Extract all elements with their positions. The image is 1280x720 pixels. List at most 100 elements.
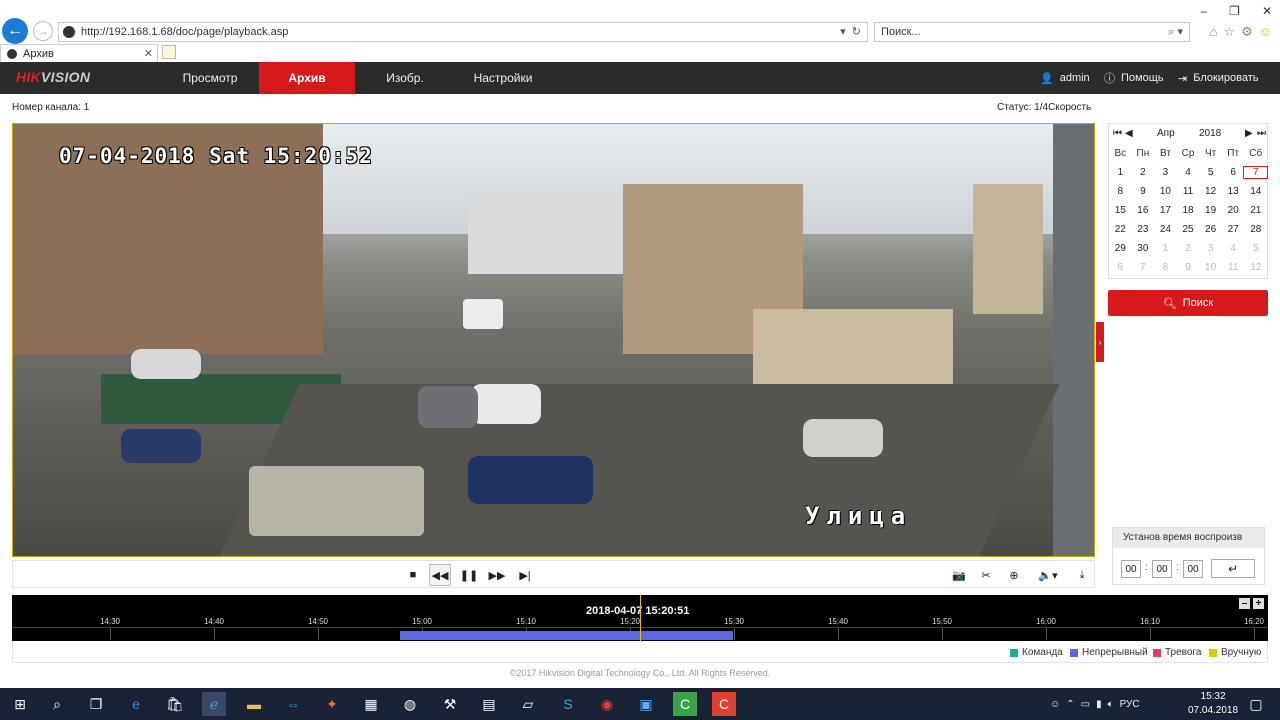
calendar-month[interactable]: Апр (1157, 128, 1175, 139)
calendar-day[interactable]: 14 (1244, 186, 1267, 197)
calendar-day[interactable]: 27 (1222, 224, 1245, 235)
calendar-day[interactable]: 24 (1154, 224, 1177, 235)
calendar-day[interactable]: 2 (1177, 243, 1200, 254)
close-icon[interactable]: ✕ (1262, 4, 1272, 18)
clip-icon[interactable]: ✂ (975, 564, 997, 586)
camera-icon[interactable]: 📷 (948, 564, 970, 586)
calendar-day[interactable]: 12 (1199, 186, 1222, 197)
calendar-day[interactable]: 12 (1244, 262, 1267, 273)
battery-icon[interactable]: ▮ (1096, 699, 1102, 710)
nav-preview[interactable]: Просмотр (160, 62, 260, 94)
calendar-day[interactable]: 28 (1244, 224, 1267, 235)
hour-field[interactable]: 00 (1121, 560, 1141, 578)
calendar-day[interactable]: 11 (1177, 186, 1200, 197)
volume-icon[interactable]: 🔈︎ (1108, 699, 1114, 710)
calendar-day[interactable]: 19 (1199, 205, 1222, 216)
calendar-day[interactable]: 15 (1109, 205, 1132, 216)
browser-tab[interactable]: Архив ✕ (0, 44, 158, 62)
calendar-day[interactable]: 6 (1109, 262, 1132, 273)
search-icon[interactable]: ⌕ (45, 692, 69, 716)
enter-time-button[interactable]: ↵ (1211, 559, 1255, 578)
home-icon[interactable]: ⌂ (1210, 24, 1218, 40)
app-icon-window[interactable]: ▣ (634, 692, 658, 716)
logout-link[interactable]: ⇥ Блокировать (1178, 62, 1259, 94)
app-icon-globe[interactable]: ◍ (398, 692, 422, 716)
zoom-out-icon[interactable]: – (1239, 598, 1250, 609)
favorites-icon[interactable]: ☆ (1223, 24, 1235, 40)
calendar-day[interactable]: 30 (1132, 243, 1155, 254)
prev-month-icon[interactable]: ◀ (1125, 128, 1133, 139)
calendar-day[interactable]: 5 (1199, 167, 1222, 178)
search-icon[interactable]: ⌕ ▾ (1168, 25, 1183, 39)
calendar-day[interactable]: 18 (1177, 205, 1200, 216)
store-icon[interactable]: 🛍 (163, 692, 187, 716)
network-icon[interactable]: ▭ (1081, 699, 1090, 710)
language-indicator[interactable]: РУС (1120, 699, 1140, 710)
nav-settings[interactable]: Настройки (455, 62, 551, 94)
edge-icon[interactable]: e (124, 692, 148, 716)
stop-button[interactable]: ■ (402, 564, 424, 586)
calendar-day[interactable]: 8 (1109, 186, 1132, 197)
minimize-icon[interactable]: – (1200, 4, 1207, 18)
calendar-day[interactable]: 9 (1132, 186, 1155, 197)
side-panel-toggle[interactable]: › (1096, 322, 1104, 362)
taskbar-clock[interactable]: 15:32 07.04.2018 (1188, 690, 1238, 718)
calendar-day[interactable]: 10 (1199, 262, 1222, 273)
help-link[interactable]: ⓘ Помощь (1104, 62, 1164, 94)
calendar-day[interactable]: 3 (1199, 243, 1222, 254)
calendar-day[interactable]: 4 (1222, 243, 1245, 254)
tray-overflow-icon[interactable]: ⌃ (1066, 699, 1074, 710)
browser-search-input[interactable]: Поиск... ⌕ ▾ (874, 22, 1190, 42)
calendar-day[interactable]: 5 (1244, 243, 1267, 254)
app-icon-red[interactable]: C (712, 692, 736, 716)
forward-button[interactable]: → (33, 21, 53, 41)
calendar-day[interactable]: 7 (1243, 166, 1269, 179)
app-icon-printer[interactable]: ▤ (477, 692, 501, 716)
calendar-day[interactable]: 4 (1177, 167, 1200, 178)
timeline-cursor[interactable] (640, 595, 641, 641)
nav-image[interactable]: Изобр. (355, 62, 455, 94)
single-frame-button[interactable]: ▶| (514, 564, 536, 586)
task-view-icon[interactable]: ❐ (84, 692, 108, 716)
minute-field[interactable]: 00 (1152, 560, 1172, 578)
calendar-day[interactable]: 29 (1109, 243, 1132, 254)
app-icon-orange[interactable]: ✦ (320, 692, 344, 716)
calculator-icon[interactable]: ▦ (359, 692, 383, 716)
search-button[interactable]: 🔍︎ Поиск (1108, 290, 1268, 316)
calendar-day[interactable]: 13 (1222, 186, 1245, 197)
calendar-day[interactable]: 21 (1244, 205, 1267, 216)
address-bar[interactable]: http://192.168.1.68/doc/page/playback.as… (58, 22, 868, 42)
calendar-day[interactable]: 20 (1222, 205, 1245, 216)
next-year-icon[interactable]: ⏭ (1257, 128, 1266, 139)
video-player[interactable]: 07-04-2018 Sat 15:20:52 Улица (12, 123, 1095, 557)
restore-icon[interactable]: ❐ (1229, 4, 1240, 18)
calendar-day[interactable]: 10 (1154, 186, 1177, 197)
notifications-icon[interactable]: ▢ (1244, 692, 1268, 716)
chrome-icon[interactable]: ◉ (595, 692, 619, 716)
smiley-icon[interactable]: ☺ (1259, 24, 1272, 40)
user-menu[interactable]: 👤 admin (1040, 62, 1090, 94)
prev-year-icon[interactable]: ⏮ (1113, 128, 1122, 139)
back-button[interactable]: ← (2, 18, 28, 44)
download-icon[interactable]: ⤓ (1071, 564, 1093, 586)
second-field[interactable]: 00 (1183, 560, 1203, 578)
calendar-day[interactable]: 26 (1199, 224, 1222, 235)
continuous-record-segment[interactable] (400, 631, 733, 640)
calendar-day[interactable]: 17 (1154, 205, 1177, 216)
app-icon-drive[interactable]: ▱ (516, 692, 540, 716)
start-icon[interactable]: ⊞ (8, 692, 32, 716)
settings-icon[interactable]: ⚙ (1241, 24, 1253, 40)
app-icon-green[interactable]: C (673, 692, 697, 716)
pause-button[interactable]: ❚❚ (458, 564, 480, 586)
new-tab-button[interactable] (162, 45, 176, 59)
calendar-day[interactable]: 1 (1154, 243, 1177, 254)
slow-button[interactable]: ◀◀ (429, 564, 451, 586)
calendar-year[interactable]: 2018 (1199, 128, 1221, 139)
people-icon[interactable]: ☺ (1050, 699, 1060, 710)
calendar-day[interactable]: 23 (1132, 224, 1155, 235)
calendar-day[interactable]: 8 (1154, 262, 1177, 273)
calendar-day[interactable]: 16 (1132, 205, 1155, 216)
fast-button[interactable]: ▶▶ (486, 564, 508, 586)
nav-archive[interactable]: Архив (259, 62, 355, 94)
teamviewer-icon[interactable]: ⇔ (281, 692, 305, 716)
